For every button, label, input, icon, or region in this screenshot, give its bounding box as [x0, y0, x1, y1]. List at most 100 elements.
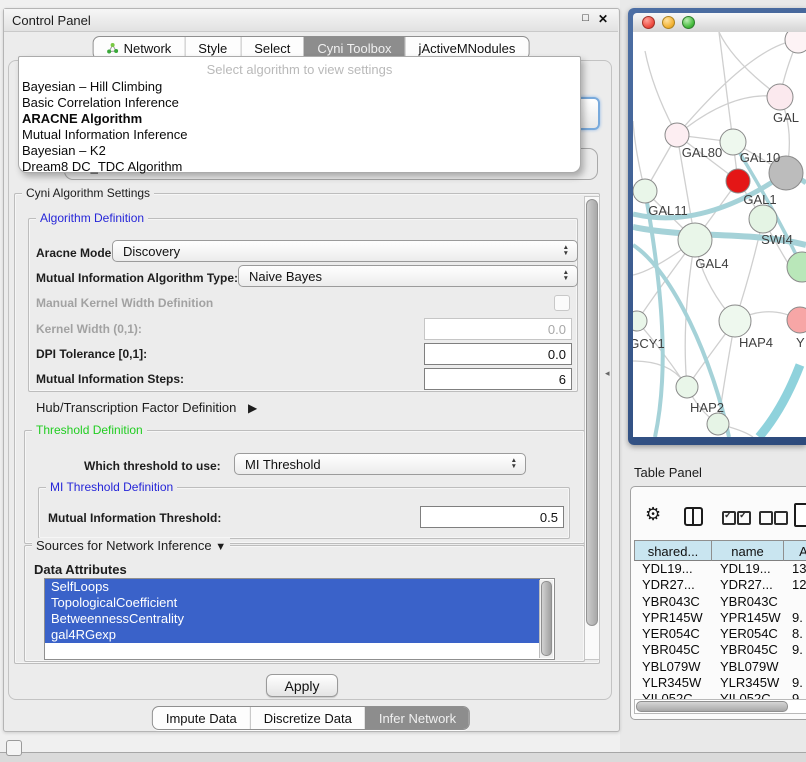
float-window-icon[interactable]: □	[582, 12, 589, 26]
table-row[interactable]: YDR27...YDR27...12	[634, 577, 806, 593]
network-graph[interactable]: GAL80GAL10GAL1GAL11SWI4GAL4GCY1HAP4YHAP2…	[633, 32, 806, 437]
table-cell[interactable]: YER054C	[634, 626, 712, 642]
collapse-down-icon[interactable]: ▼	[215, 541, 226, 553]
kernel-width-label: Kernel Width (0,1):	[36, 322, 142, 336]
table-cell[interactable]: YBR045C	[634, 642, 712, 658]
network-node[interactable]	[726, 169, 750, 193]
table-cell[interactable]: YER054C	[712, 626, 784, 642]
table-cell[interactable]: 12	[784, 577, 806, 593]
table-cell[interactable]: YLR345W	[634, 675, 712, 691]
close-traffic-light[interactable]	[642, 16, 655, 29]
network-node[interactable]	[665, 123, 689, 147]
expand-right-icon[interactable]: ▶	[248, 401, 257, 415]
table-row[interactable]: YPR145WYPR145W9.	[634, 610, 806, 626]
network-window-titlebar[interactable]	[633, 13, 806, 33]
kernel-width-field[interactable]	[424, 318, 572, 340]
network-node[interactable]	[719, 305, 751, 337]
table-cell[interactable]: YBL079W	[712, 659, 784, 675]
apply-button[interactable]: Apply	[266, 674, 338, 697]
panel-divider-handle[interactable]: ◂	[605, 368, 610, 379]
tab-infer-network[interactable]: Infer Network	[365, 707, 469, 729]
tab-discretize-data[interactable]: Discretize Data	[250, 707, 365, 729]
table-cell[interactable]: YLR345W	[712, 675, 784, 691]
table-row[interactable]: YER054CYER054C8.	[634, 626, 806, 642]
network-node[interactable]	[676, 376, 698, 398]
minimized-panel-icon[interactable]	[6, 740, 22, 756]
table-horizontal-scrollbar[interactable]	[634, 699, 806, 714]
table-row[interactable]: YBR045CYBR045C9.	[634, 642, 806, 658]
attribute-item-topologicalcoefficient[interactable]: TopologicalCoefficient	[45, 595, 540, 611]
table-row[interactable]: YBR043CYBR043C	[634, 594, 806, 610]
column-header-name[interactable]: name	[712, 540, 784, 561]
algorithm-option-bayesian-k2[interactable]: Bayesian – K2	[19, 143, 580, 159]
table-cell[interactable]: 13	[784, 561, 806, 577]
network-node[interactable]	[767, 84, 793, 110]
table-cell[interactable]: 9.	[784, 610, 806, 626]
algorithm-option-bayesian-hill-climbing[interactable]: Bayesian – Hill Climbing	[19, 79, 580, 95]
table-cell[interactable]: YDR27...	[712, 577, 784, 593]
table-cell[interactable]: YBR043C	[634, 594, 712, 610]
table-cell[interactable]: YBR045C	[712, 642, 784, 658]
mi-algorithm-type-combo[interactable]: Naive Bayes ▲▼	[238, 265, 578, 287]
algorithm-option-mutual-information-inference[interactable]: Mutual Information Inference	[19, 127, 580, 143]
network-node[interactable]	[707, 413, 729, 435]
network-node[interactable]	[678, 223, 712, 257]
mi-threshold-field[interactable]	[420, 506, 564, 528]
table-body: YDL19...YDL19...13YDR27...YDR27...12YBR0…	[634, 561, 806, 708]
column-header-a[interactable]: A	[784, 540, 806, 561]
checked-checkbox-icon[interactable]	[737, 511, 751, 525]
unchecked-checkbox-icon[interactable]	[774, 511, 788, 525]
table-cell[interactable]: YDR27...	[634, 577, 712, 593]
network-node[interactable]	[787, 307, 806, 333]
table-cell[interactable]: YBL079W	[634, 659, 712, 675]
attribute-item-betweennesscentrality[interactable]: BetweennessCentrality	[45, 611, 540, 627]
attributes-list-scrollbar[interactable]	[539, 580, 553, 658]
network-node[interactable]	[633, 179, 657, 203]
network-tab-icon	[107, 42, 119, 54]
mi-steps-field[interactable]	[424, 368, 572, 390]
network-node[interactable]	[785, 32, 806, 53]
network-node[interactable]	[633, 311, 647, 331]
which-threshold-combo[interactable]: MI Threshold ▲▼	[234, 453, 526, 475]
network-edge[interactable]	[645, 51, 677, 135]
table-cell[interactable]: YBR043C	[712, 594, 784, 610]
gear-icon[interactable]: ⚙	[645, 504, 661, 525]
table-cell[interactable]: YPR145W	[634, 610, 712, 626]
column-header-shared[interactable]: shared...	[634, 540, 712, 561]
minimize-traffic-light[interactable]	[662, 16, 675, 29]
network-edge[interactable]	[759, 365, 800, 437]
attribute-item-gal4rgexp[interactable]: gal4RGexp	[45, 627, 540, 643]
table-cell[interactable]: YPR145W	[712, 610, 784, 626]
table-cell[interactable]	[784, 659, 806, 675]
table-row[interactable]: YBL079WYBL079W	[634, 659, 806, 675]
algorithm-option-aracne-algorithm[interactable]: ARACNE Algorithm	[19, 111, 580, 127]
document-icon[interactable]	[794, 503, 806, 527]
network-node[interactable]	[749, 205, 777, 233]
table-cell[interactable]: 8.	[784, 626, 806, 642]
table-cell[interactable]: YDL19...	[712, 561, 784, 577]
mi-threshold-definition-title: MI Threshold Definition	[46, 480, 177, 494]
dpi-tolerance-field[interactable]	[424, 343, 572, 365]
table-cell[interactable]: 9.	[784, 642, 806, 658]
hub-definition-label[interactable]: Hub/Transcription Factor Definition ▶	[36, 400, 257, 415]
algorithm-option-dream8-dc-tdc-algorithm[interactable]: Dream8 DC_TDC Algorithm	[19, 159, 580, 175]
network-canvas[interactable]: GAL80GAL10GAL1GAL11SWI4GAL4GCY1HAP4YHAP2…	[633, 32, 806, 437]
checked-checkbox-icon[interactable]	[722, 511, 736, 525]
algorithm-option-basic-correlation-inference[interactable]: Basic Correlation Inference	[19, 95, 580, 111]
network-node[interactable]	[787, 252, 806, 282]
close-window-icon[interactable]: ✕	[598, 12, 608, 26]
settings-scrollbar[interactable]	[584, 196, 600, 660]
table-cell[interactable]: 9.	[784, 675, 806, 691]
tab-impute-data[interactable]: Impute Data	[153, 707, 250, 729]
columns-icon[interactable]	[684, 507, 703, 526]
manual-kernel-width-checkbox[interactable]	[554, 295, 570, 311]
table-cell[interactable]: YDL19...	[634, 561, 712, 577]
aracne-mode-combo[interactable]: Discovery ▲▼	[112, 240, 578, 262]
attribute-item-selfloops[interactable]: SelfLoops	[45, 579, 540, 595]
sources-title[interactable]: Sources for Network Inference ▼	[32, 538, 230, 553]
table-row[interactable]: YDL19...YDL19...13	[634, 561, 806, 577]
table-cell[interactable]	[784, 594, 806, 610]
unchecked-checkbox-icon[interactable]	[759, 511, 773, 525]
table-row[interactable]: YLR345WYLR345W9.	[634, 675, 806, 691]
zoom-traffic-light[interactable]	[682, 16, 695, 29]
